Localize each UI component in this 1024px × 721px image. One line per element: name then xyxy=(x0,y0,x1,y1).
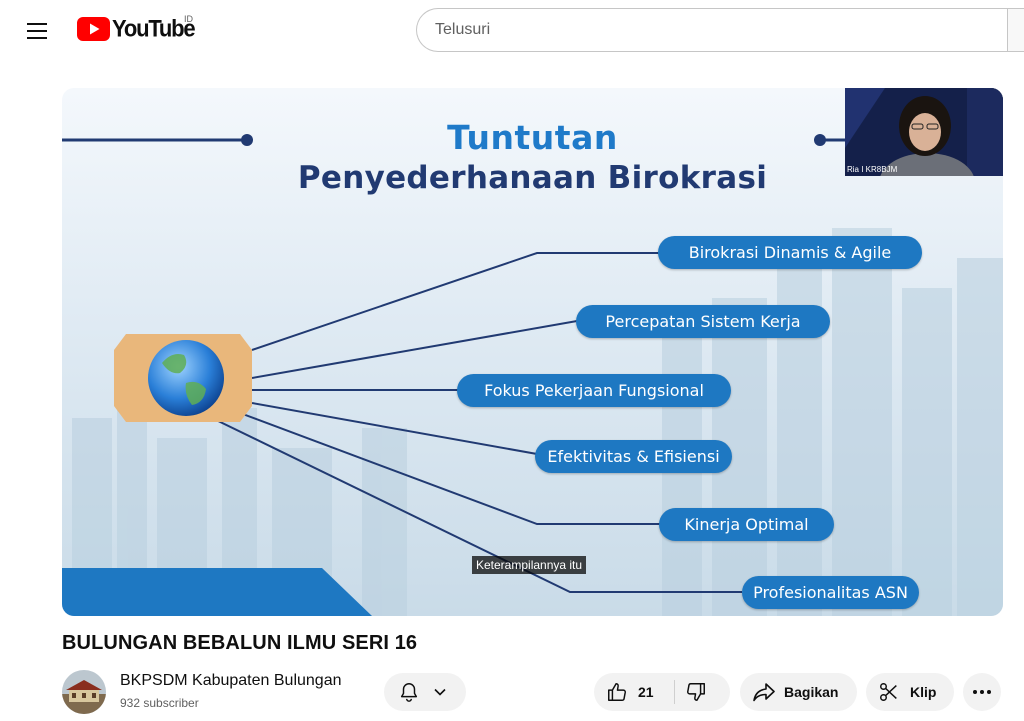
search-box xyxy=(416,8,1024,52)
share-button[interactable]: Bagikan xyxy=(740,673,857,711)
logo-wordmark: YouTube xyxy=(112,14,196,42)
menu-icon[interactable] xyxy=(20,16,54,46)
more-horizontal-icon xyxy=(973,690,991,694)
search-button[interactable] xyxy=(1007,8,1024,52)
share-label: Bagikan xyxy=(784,684,839,700)
channel-name[interactable]: BKPSDM Kabupaten Bulungan xyxy=(120,672,341,690)
speaker-image xyxy=(845,88,1003,176)
channel-avatar[interactable] xyxy=(62,670,106,714)
clip-button[interactable]: Klip xyxy=(866,673,954,711)
top-bar: YouTube ID xyxy=(0,0,1024,60)
speaker-thumbnail: Ria I KR8BJM xyxy=(845,88,1003,176)
share-icon xyxy=(753,683,775,702)
video-title: BULUNGAN BEBALUN ILMU SERI 16 xyxy=(62,632,418,654)
more-actions-button[interactable] xyxy=(963,673,1001,711)
country-code: ID xyxy=(184,14,193,24)
slide-item-2: Percepatan Sistem Kerja xyxy=(576,305,830,338)
slide-item-4: Efektivitas & Efisiensi xyxy=(535,440,732,473)
dislike-button[interactable] xyxy=(675,673,730,711)
youtube-logo[interactable]: YouTube ID xyxy=(77,14,196,44)
subscriber-count: 932 subscriber xyxy=(120,696,199,710)
like-button[interactable]: 21 xyxy=(594,673,674,711)
chevron-down-icon xyxy=(434,688,446,696)
notification-button[interactable] xyxy=(384,673,466,711)
thumbs-down-icon xyxy=(687,683,705,701)
speaker-name: Ria I KR8BJM xyxy=(847,165,898,174)
thumbs-up-icon xyxy=(608,683,626,701)
video-caption: Keterampilannya itu xyxy=(472,556,587,574)
clip-label: Klip xyxy=(910,684,937,700)
bell-icon xyxy=(400,683,418,702)
like-count: 21 xyxy=(638,684,654,700)
channel-avatar-image xyxy=(62,670,106,714)
like-dislike-group: 21 xyxy=(594,673,730,711)
video-player[interactable]: Tuntutan Penyederhanaan Birokrasi Birokr… xyxy=(62,88,1003,616)
slide-item-5: Kinerja Optimal xyxy=(659,508,834,541)
search-input[interactable] xyxy=(435,19,995,41)
scissors-icon xyxy=(880,683,897,701)
slide-item-6: Profesionalitas ASN xyxy=(742,576,919,609)
slide-item-3: Fokus Pekerjaan Fungsional xyxy=(457,374,731,407)
youtube-play-icon xyxy=(77,17,110,41)
slide-item-1: Birokrasi Dinamis & Agile xyxy=(658,236,922,269)
